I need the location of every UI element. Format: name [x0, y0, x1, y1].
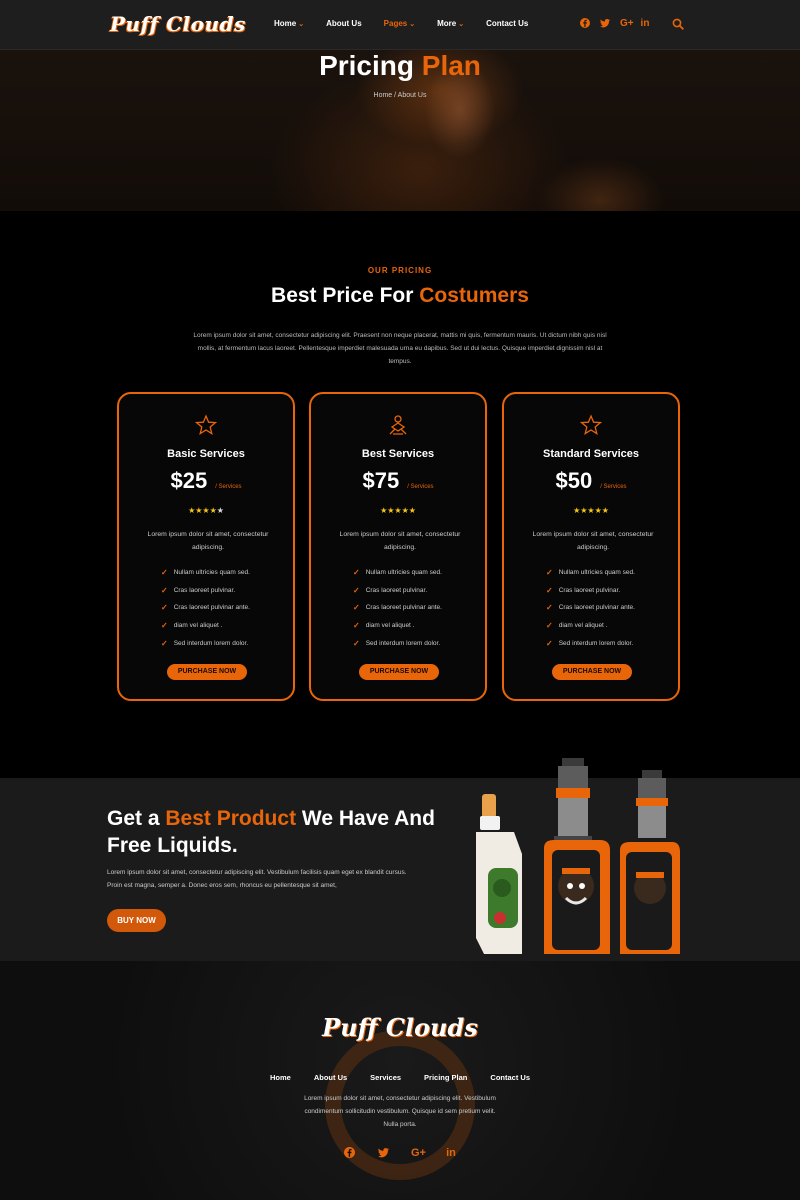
person-icon [311, 414, 485, 436]
price-unit: / Services [215, 484, 242, 490]
check-icon: ✓ [546, 621, 553, 631]
check-icon: ✓ [353, 621, 360, 631]
footer-description: Lorem ipsum dolor sit amet, consectetur … [304, 1095, 496, 1128]
purchase-now-button[interactable]: PURCHASE NOW [359, 664, 439, 680]
footer-nav-services[interactable]: Services [370, 1073, 401, 1082]
twitter-icon[interactable] [600, 18, 610, 30]
nav-item-more[interactable]: More ⌄ [437, 19, 464, 28]
plan-name: Best Services [361, 448, 435, 460]
price-unit: / Services [600, 484, 627, 490]
price-row: $75 / Services [311, 468, 485, 494]
check-icon: ✓ [546, 568, 553, 578]
feature-item: ✓ Cras laoreet pulvinar. [546, 585, 621, 595]
footer-nav-contact[interactable]: Contact Us [490, 1073, 530, 1082]
section-eyebrow: OUR PRICING [367, 266, 433, 275]
price-row: $25 / Services [119, 468, 293, 494]
pricing-card-best: Best Services $75 / Services ★★★★★ Lorem … [309, 392, 487, 701]
promo-title: Get a Best Product We Have And Free Liqu… [107, 807, 435, 857]
feature-item: ✓ Cras laoreet pulvinar. [161, 585, 236, 595]
navbar: Puff Clouds Home ⌄ About Us Pages ⌄ More ⌄ … [0, 0, 800, 50]
check-icon: ✓ [353, 638, 360, 648]
plan-price: $75 [362, 468, 400, 493]
star-outline-icon [504, 414, 678, 436]
footer-logo[interactable]: Puff Clouds [0, 1013, 800, 1042]
nav-item-pages[interactable]: Pages ⌄ [384, 19, 415, 28]
plan-description: Lorem ipsum dolor sit amet, consectetur … [532, 531, 654, 551]
linkedin-icon[interactable]: in [445, 1147, 457, 1159]
plan-name: Standard Services [543, 448, 639, 460]
brand-logo[interactable]: Puff Clouds [110, 12, 246, 36]
feature-item: ✓ diam vel aliquet . [353, 621, 415, 631]
check-icon: ✓ [353, 603, 360, 613]
plan-price: $50 [555, 468, 593, 493]
feature-item: ✓ Nullam ultricies quam sed. [546, 568, 635, 578]
main-nav: Home ⌄ About Us Pages ⌄ More ⌄ Contact Us [274, 19, 550, 28]
page-title: Pricing Plan [319, 50, 481, 81]
rating-stars: ★★★★★ [573, 506, 609, 515]
facebook-icon[interactable] [343, 1147, 355, 1159]
check-icon: ✓ [161, 621, 168, 631]
rating-stars: ★★★★★ [380, 506, 416, 515]
check-icon: ✓ [161, 603, 168, 613]
google-plus-icon[interactable]: G+ [411, 1147, 426, 1159]
chevron-down-icon: ⌄ [458, 21, 465, 28]
check-icon: ✓ [161, 585, 168, 595]
google-plus-icon[interactable]: G+ [620, 18, 634, 30]
nav-item-contact[interactable]: Contact Us [486, 19, 528, 28]
feature-item: ✓ Cras laoreet pulvinar. [353, 585, 428, 595]
footer-nav: Home About Us Services Pricing Plan Cont… [0, 1073, 800, 1082]
plan-description: Lorem ipsum dolor sit amet, consectetur … [339, 531, 461, 551]
star-outline-icon [119, 414, 293, 436]
footer-social: G+ in [0, 1147, 800, 1159]
feature-item: ✓ Nullam ultricies quam sed. [161, 568, 250, 578]
section-description: Lorem ipsum dolor sit amet, consectetur … [193, 332, 607, 365]
check-icon: ✓ [546, 603, 553, 613]
nav-item-about[interactable]: About Us [326, 19, 362, 28]
plan-price: $25 [170, 468, 208, 493]
rating-stars: ★★★★★ [188, 506, 224, 515]
check-icon: ✓ [546, 585, 553, 595]
pricing-card-standard: Standard Services $50 / Services ★★★★★ Lo… [502, 392, 680, 701]
linkedin-icon[interactable]: in [640, 18, 650, 30]
buy-now-button[interactable]: BUY NOW [107, 909, 166, 932]
promo-description: Lorem ipsum dolor sit amet, consectetur … [107, 869, 407, 889]
check-icon: ✓ [353, 568, 360, 578]
nav-item-home[interactable]: Home ⌄ [274, 19, 304, 28]
search-icon[interactable] [672, 17, 686, 31]
footer-nav-pricing[interactable]: Pricing Plan [424, 1073, 467, 1082]
section-title: Best Price For Costumers [271, 284, 529, 307]
footer-nav-about[interactable]: About Us [314, 1073, 347, 1082]
feature-list: ✓ Nullam ultricies quam sed. ✓ Cras laoree… [161, 564, 250, 652]
feature-item: ✓ Cras laoreet pulvinar ante. [546, 603, 635, 613]
chevron-down-icon: ⌄ [409, 21, 416, 28]
feature-item: ✓ diam vel aliquet . [546, 621, 608, 631]
feature-item: ✓ Nullam ultricies quam sed. [353, 568, 442, 578]
feature-item: ✓ Sed interdum lorem dolor. [161, 638, 249, 648]
breadcrumb[interactable]: Home / About Us [0, 92, 800, 99]
purchase-now-button[interactable]: PURCHASE NOW [167, 664, 247, 680]
price-unit: / Services [407, 484, 434, 490]
check-icon: ✓ [161, 638, 168, 648]
feature-item: ✓ Cras laoreet pulvinar ante. [353, 603, 442, 613]
check-icon: ✓ [161, 568, 168, 578]
purchase-now-button[interactable]: PURCHASE NOW [552, 664, 632, 680]
footer-nav-home[interactable]: Home [270, 1073, 291, 1082]
feature-list: ✓ Nullam ultricies quam sed. ✓ Cras laoree… [353, 564, 442, 652]
feature-item: ✓ Sed interdum lorem dolor. [546, 638, 634, 648]
plan-description: Lorem ipsum dolor sit amet, consectetur … [147, 531, 269, 551]
check-icon: ✓ [353, 585, 360, 595]
feature-list: ✓ Nullam ultricies quam sed. ✓ Cras laoree… [546, 564, 635, 652]
plan-name: Basic Services [167, 448, 245, 460]
facebook-icon[interactable] [580, 18, 590, 30]
product-image [470, 758, 690, 961]
twitter-icon[interactable] [377, 1147, 389, 1159]
feature-item: ✓ Cras laoreet pulvinar ante. [161, 603, 250, 613]
feature-item: ✓ Sed interdum lorem dolor. [353, 638, 441, 648]
pricing-card-basic: Basic Services $25 / Services ★★★★★ Lorem… [117, 392, 295, 701]
header-social: G+ in [580, 18, 650, 30]
check-icon: ✓ [546, 638, 553, 648]
price-row: $50 / Services [504, 468, 678, 494]
feature-item: ✓ diam vel aliquet . [161, 621, 223, 631]
chevron-down-icon: ⌄ [298, 21, 305, 28]
